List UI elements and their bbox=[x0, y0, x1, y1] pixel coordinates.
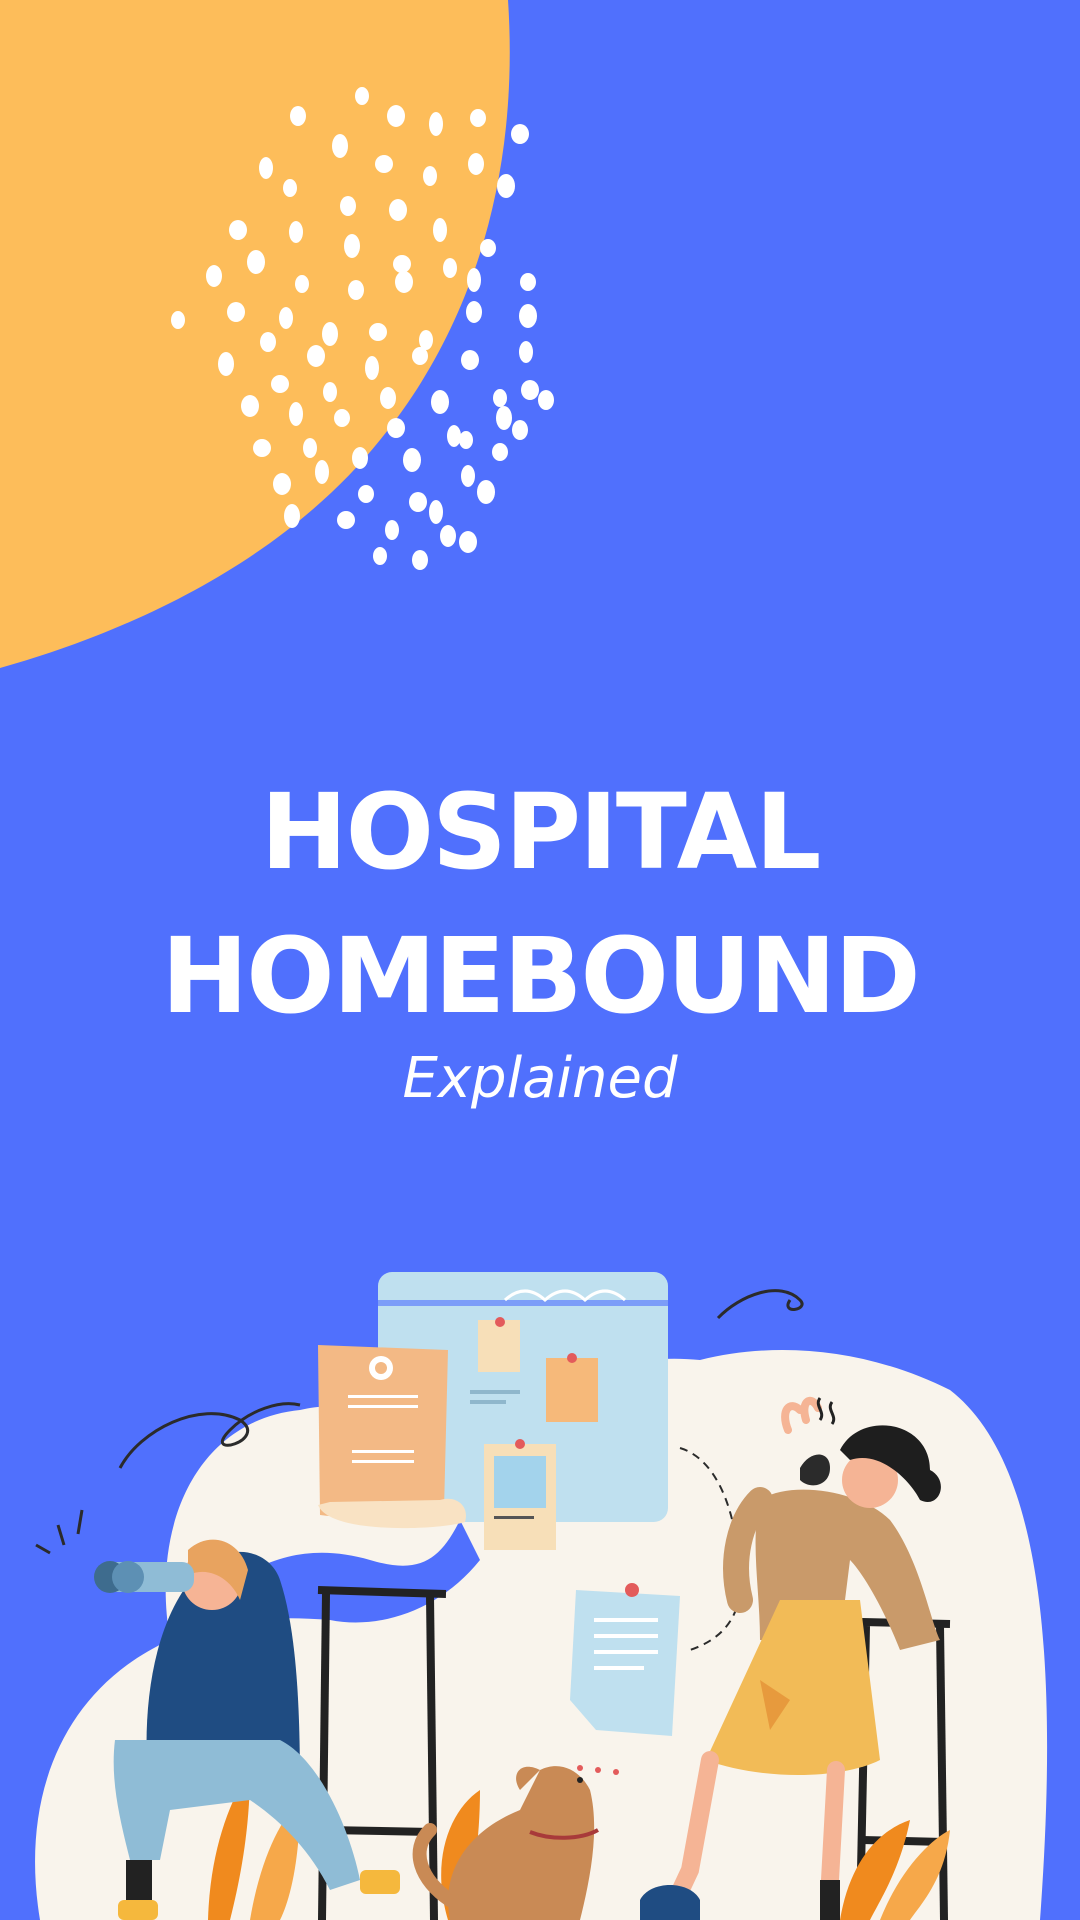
binoculars-icon bbox=[94, 1561, 194, 1593]
scroll-document-icon bbox=[318, 1345, 466, 1529]
paper-note-icon bbox=[570, 1583, 680, 1736]
illustration bbox=[35, 1272, 1048, 1920]
